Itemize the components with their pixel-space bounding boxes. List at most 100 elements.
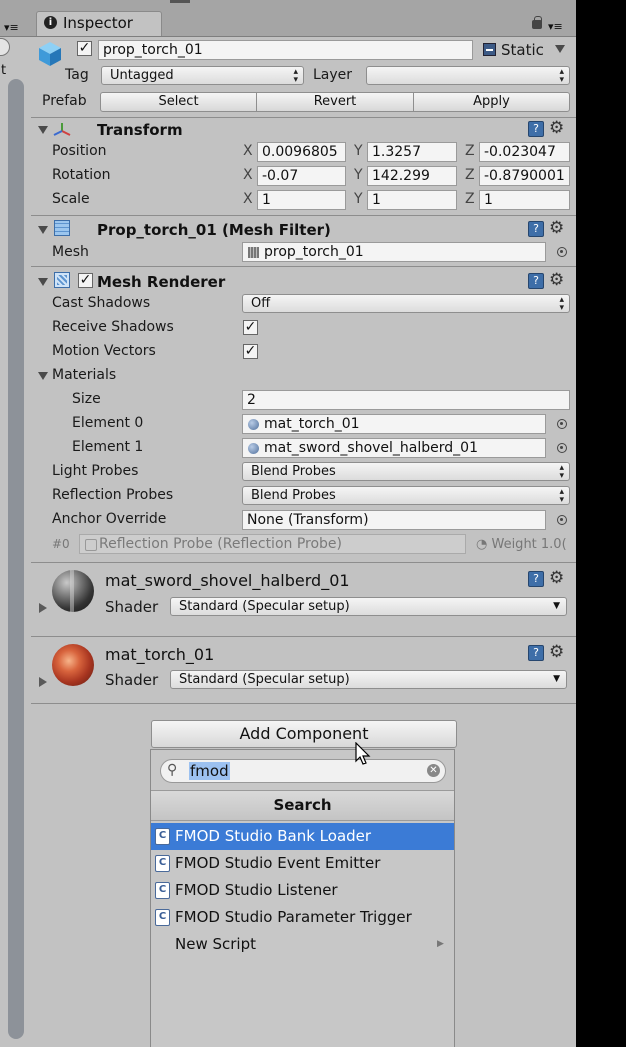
transform-icon [52, 121, 72, 139]
dropdown-arrows: ▴ ▾ [559, 463, 564, 481]
position-x-axis: X [243, 143, 253, 159]
object-active-checkbox[interactable]: ✓ [77, 41, 92, 56]
list-item[interactable]: C FMOD Studio Parameter Trigger [151, 904, 454, 931]
position-z-field[interactable]: -0.023047 [479, 142, 570, 162]
light-probes-dropdown[interactable]: Blend Probes ▴ ▾ [242, 462, 570, 481]
object-picker-icon[interactable] [557, 443, 567, 453]
mesh-filter-foldout-arrow[interactable] [38, 226, 48, 234]
help-icon[interactable]: ? [528, 121, 544, 137]
cast-shadows-dropdown[interactable]: Off ▴ ▾ [242, 294, 570, 313]
weight-value: Weight 1.0( [491, 537, 567, 552]
csharp-script-icon: C [155, 909, 170, 926]
position-y-field[interactable]: 1.3257 [367, 142, 457, 162]
clear-search-icon[interactable]: ✕ [427, 764, 440, 777]
mouse-cursor-icon [355, 741, 371, 766]
gear-icon[interactable]: ⚙ [549, 120, 564, 137]
receive-shadows-checkbox[interactable]: ✓ [243, 320, 258, 335]
element0-label: Element 0 [72, 415, 144, 431]
reflection-probe-field: Reflection Probe (Reflection Probe) [79, 534, 466, 554]
search-section-header: Search [151, 790, 454, 821]
shader-value: Standard (Specular setup) [179, 599, 350, 614]
mesh-renderer-icon [54, 272, 70, 288]
tag-dropdown-value: Untagged [110, 68, 174, 83]
shader-dropdown[interactable]: Standard (Specular setup) ▼ [170, 597, 567, 616]
position-y-axis: Y [354, 143, 363, 159]
csharp-script-icon: C [155, 855, 170, 872]
static-dropdown-arrow[interactable] [555, 45, 565, 53]
help-icon[interactable]: ? [528, 221, 544, 237]
layer-dropdown-arrows: ▴ ▾ [559, 67, 564, 85]
material-name: mat_sword_shovel_halberd_01 [105, 571, 350, 590]
materials-size-field[interactable]: 2 [242, 390, 570, 410]
gear-icon[interactable]: ⚙ [549, 570, 564, 587]
reflection-probes-dropdown[interactable]: Blend Probes ▴ ▾ [242, 486, 570, 505]
left-scrollbar[interactable] [8, 79, 24, 1039]
help-icon[interactable]: ? [528, 571, 544, 587]
anchor-override-field[interactable]: None (Transform) [242, 510, 546, 530]
component-search-input[interactable]: ⚲ fmod ✕ [160, 759, 446, 783]
left-panel-toggle[interactable] [0, 38, 10, 56]
add-component-button[interactable]: Add Component [151, 720, 457, 748]
gear-icon[interactable]: ⚙ [549, 644, 564, 661]
left-panel-glyph-t: t [1, 63, 7, 78]
prefab-apply-button[interactable]: Apply [413, 92, 570, 112]
gear-icon[interactable]: ⚙ [549, 220, 564, 237]
shader-label: Shader [105, 598, 159, 616]
material-preview-sphere [52, 644, 94, 686]
object-picker-icon[interactable] [557, 247, 567, 257]
mesh-renderer-foldout-arrow[interactable] [38, 278, 48, 286]
layer-dropdown[interactable]: ▴ ▾ [366, 66, 570, 85]
chevron-down-icon: ▼ [553, 674, 560, 684]
list-item[interactable]: C FMOD Studio Listener [151, 877, 454, 904]
prefab-revert-button[interactable]: Revert [256, 92, 414, 112]
help-icon[interactable]: ? [528, 645, 544, 661]
scale-x-field[interactable]: 1 [257, 190, 346, 210]
element1-field[interactable]: mat_sword_shovel_halberd_01 [242, 438, 546, 458]
scale-x-axis: X [243, 191, 253, 207]
gear-icon[interactable]: ⚙ [549, 272, 564, 289]
static-label: Static [501, 41, 544, 59]
tab-inspector[interactable]: i Inspector [36, 11, 162, 36]
reflection-probes-value: Blend Probes [251, 488, 336, 503]
prefab-select-button[interactable]: Select [100, 92, 257, 112]
weight-text: ◔ Weight 1.0( [476, 537, 567, 552]
position-x-field[interactable]: 0.0096805 [257, 142, 346, 162]
mesh-renderer-enabled-checkbox[interactable]: ✓ [78, 273, 93, 288]
help-icon[interactable]: ? [528, 273, 544, 289]
left-menu-icon[interactable]: ▾≡ [4, 21, 19, 34]
object-name-field[interactable]: prop_torch_01 [98, 40, 473, 60]
dropdown-arrows: ▴ ▾ [559, 487, 564, 505]
scale-z-field[interactable]: 1 [479, 190, 570, 210]
rotation-y-field[interactable]: 142.299 [367, 166, 457, 186]
mesh-object-field[interactable]: prop_torch_01 [242, 242, 546, 262]
list-item[interactable]: C FMOD Studio Bank Loader [151, 823, 454, 850]
static-toggle[interactable] [483, 43, 496, 56]
element0-value: mat_torch_01 [264, 416, 360, 432]
rotation-z-field[interactable]: -0.8790001 [479, 166, 570, 186]
reflection-probe-value: Reflection Probe (Reflection Probe) [99, 536, 343, 552]
position-z-axis: Z [465, 143, 475, 159]
tag-dropdown[interactable]: Untagged ▴ ▾ [101, 66, 304, 85]
transform-foldout-arrow[interactable] [38, 126, 48, 134]
object-picker-icon[interactable] [557, 419, 567, 429]
light-probes-label: Light Probes [52, 463, 139, 479]
tab-inspector-label: Inspector [63, 14, 133, 32]
scale-y-field[interactable]: 1 [367, 190, 457, 210]
rotation-x-field[interactable]: -0.07 [257, 166, 346, 186]
shader-dropdown[interactable]: Standard (Specular setup) ▼ [170, 670, 567, 689]
material1-separator [31, 636, 576, 637]
list-item[interactable]: C FMOD Studio Event Emitter [151, 850, 454, 877]
element0-field[interactable]: mat_torch_01 [242, 414, 546, 434]
material-foldout-arrow[interactable] [39, 603, 47, 613]
motion-vectors-checkbox[interactable]: ✓ [243, 344, 258, 359]
object-picker-icon[interactable] [557, 515, 567, 525]
transform-title: Transform [97, 121, 183, 139]
mesh-value: prop_torch_01 [264, 244, 364, 260]
tab-menu-icon[interactable]: ▾≡ [548, 20, 563, 33]
info-icon: i [44, 16, 57, 29]
materials-foldout-arrow[interactable] [38, 372, 48, 380]
new-script-item[interactable]: New Script ▶ [151, 931, 454, 958]
dropdown-arrows: ▴ ▾ [559, 295, 564, 313]
material-foldout-arrow[interactable] [39, 677, 47, 687]
csharp-script-icon: C [155, 882, 170, 899]
